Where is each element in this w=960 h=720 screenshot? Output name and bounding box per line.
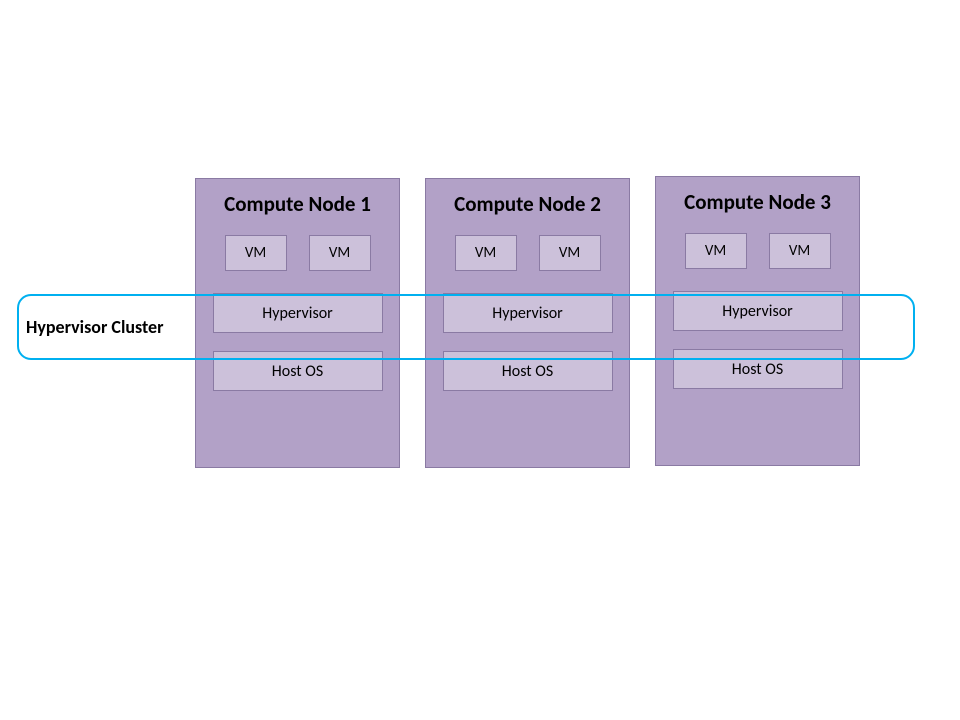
vm-row: VM VM [196, 235, 399, 271]
vm-box: VM [685, 233, 747, 269]
vm-box: VM [225, 235, 287, 271]
diagram-canvas: Compute Node 1 VM VM Hypervisor Host OS … [0, 0, 960, 720]
hypervisor-cluster-label: Hypervisor Cluster [26, 316, 164, 338]
vm-row: VM VM [656, 233, 859, 269]
vm-box: VM [455, 235, 517, 271]
node-title: Compute Node 1 [196, 191, 399, 217]
vm-row: VM VM [426, 235, 629, 271]
vm-box: VM [309, 235, 371, 271]
node-title: Compute Node 2 [426, 191, 629, 217]
node-title: Compute Node 3 [656, 189, 859, 215]
vm-box: VM [769, 233, 831, 269]
vm-box: VM [539, 235, 601, 271]
